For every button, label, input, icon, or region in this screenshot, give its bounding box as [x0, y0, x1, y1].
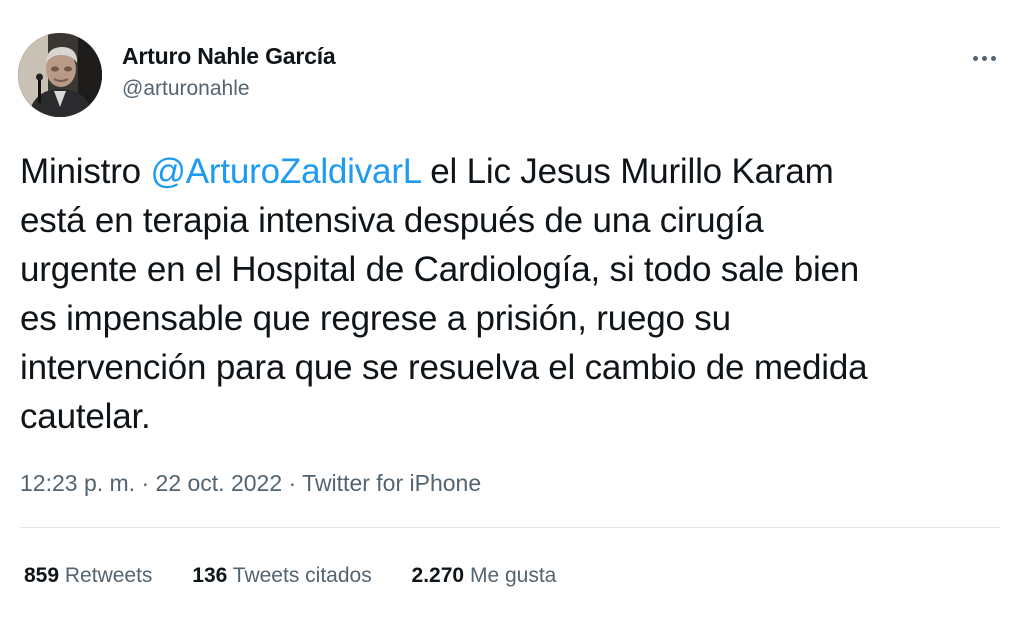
retweets-count: 859: [24, 564, 60, 587]
quote-tweets-label: Tweets citados: [232, 564, 372, 587]
tweet-text-line: intervención para que se resuelva el cam…: [20, 348, 868, 387]
mention-link[interactable]: @ArturoZaldivarL: [150, 152, 420, 191]
more-options-icon[interactable]: [964, 44, 1004, 72]
more-dot: [982, 56, 987, 61]
author-info: Arturo Nahle García @arturonahle: [122, 42, 336, 102]
likes-label: Me gusta: [469, 564, 557, 587]
tweet-metadata: 12:23 p. m. · 22 oct. 2022 · Twitter for…: [20, 468, 481, 498]
tweet-date-link[interactable]: 22 oct. 2022: [156, 470, 283, 496]
likes-stat[interactable]: 2.270 Me gusta: [412, 562, 557, 590]
tweet-text-line: urgente en el Hospital de Cardiología, s…: [20, 250, 860, 289]
tweet-time-link[interactable]: 12:23 p. m.: [20, 470, 135, 496]
tweet-card: Arturo Nahle García @arturonahle Ministr…: [0, 0, 1032, 620]
meta-separator: ·: [135, 470, 156, 496]
avatar-photo-icon: [18, 33, 102, 117]
quote-tweets-count: 136: [192, 564, 228, 587]
divider: [20, 527, 1000, 528]
retweets-stat[interactable]: 859 Retweets: [24, 562, 152, 590]
tweet-text-line: está en terapia intensiva después de una…: [20, 201, 764, 240]
tweet-text-line: Ministro @ArturoZaldivarL el Lic Jesus M…: [20, 147, 1020, 196]
tweet-text-suffix: el Lic Jesus Murillo Karam: [420, 152, 834, 191]
tweet-source-link[interactable]: Twitter for iPhone: [302, 470, 481, 496]
tweet-text-line: cautelar.: [20, 397, 151, 436]
meta-separator: ·: [282, 470, 303, 496]
likes-count: 2.270: [411, 564, 465, 587]
avatar[interactable]: [18, 33, 102, 117]
author-handle[interactable]: @arturonahle: [122, 76, 336, 102]
engagement-stats: 859 Retweets 136 Tweets citados 2.270 Me…: [24, 562, 590, 590]
tweet-text: Ministro @ArturoZaldivarL el Lic Jesus M…: [20, 147, 1020, 441]
retweets-label: Retweets: [64, 564, 153, 587]
author-display-name[interactable]: Arturo Nahle García: [122, 42, 336, 70]
more-dot: [973, 56, 978, 61]
tweet-text-line: es impensable que regrese a prisión, rue…: [20, 299, 731, 338]
more-dot: [991, 56, 996, 61]
tweet-text-prefix: Ministro: [20, 152, 151, 191]
quote-tweets-stat[interactable]: 136 Tweets citados: [192, 562, 371, 590]
